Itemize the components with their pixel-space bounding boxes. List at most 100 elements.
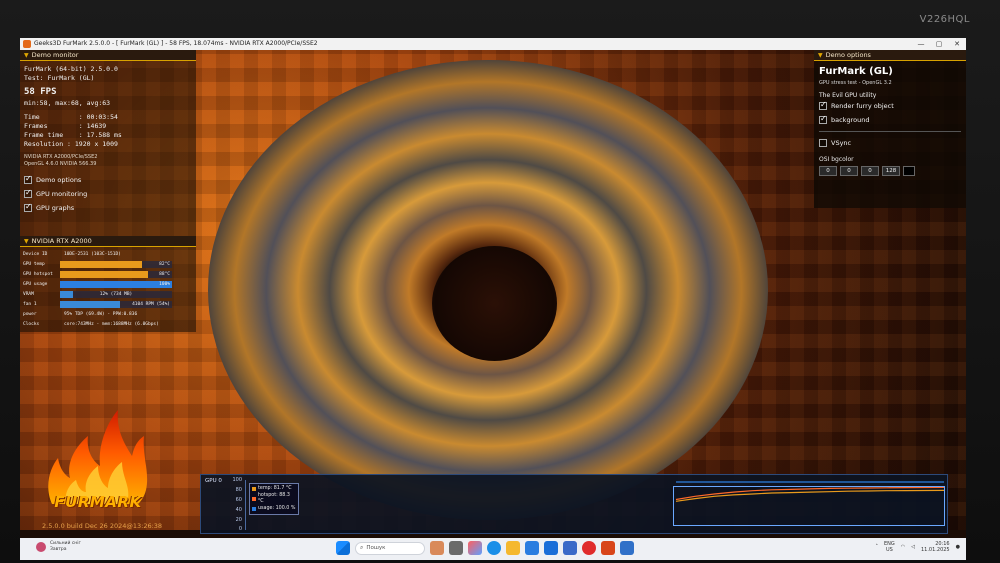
checkbox-icon — [24, 174, 32, 184]
wifi-icon[interactable]: ◠ — [901, 544, 905, 550]
osi-r-field[interactable]: 0 — [819, 166, 837, 176]
start-windows-icon[interactable] — [336, 541, 350, 555]
collapse-triangle-icon: ▼ — [818, 52, 823, 59]
checkbox-icon — [819, 139, 827, 147]
util-label: The Evil GPU utility — [819, 92, 877, 99]
furmark-taskbar-icon[interactable] — [601, 541, 615, 555]
gpu-monitor-panel: ▼ NVIDIA RTX A2000 Device ID 10DE-2531 (1… — [20, 236, 196, 332]
gpu-monitoring-checkbox[interactable]: GPU monitoring — [24, 187, 192, 201]
graph-title: GPU 0 — [205, 478, 222, 484]
taskbar-search[interactable]: ⌕ Пошук — [355, 541, 425, 555]
window-title-bar[interactable]: Geeks3D FurMark 2.5.0.0 - [ FurMark (GL)… — [20, 38, 966, 50]
fan-row: fan 1 4104 RPM (54%) — [23, 300, 172, 308]
checkbox-icon — [24, 188, 32, 198]
y-tick: 0 — [238, 526, 242, 532]
file-explorer-icon[interactable] — [506, 541, 520, 555]
maximize-button[interactable]: ▢ — [934, 38, 944, 50]
test-name: Test: FurMark (GL) — [24, 74, 95, 82]
gpu-graph-panel: GPU 0 100 80 60 40 20 0 temp: 81.7 °C ho… — [200, 474, 948, 534]
legend-usage: usage: 100.0 % — [252, 506, 296, 513]
windows-taskbar: Сильний сніг Завтра ⌕ Пошук ˄ ENG US ◠ ◁… — [20, 538, 966, 560]
vsync-checkbox[interactable]: VSync — [819, 136, 961, 150]
task-view-icon[interactable] — [430, 541, 444, 555]
window-title: Geeks3D FurMark 2.5.0.0 - [ FurMark (GL)… — [34, 40, 318, 47]
close-button[interactable]: ✕ — [952, 38, 962, 50]
clocks-row: Clocks core:743MHz - mem:1688MHz (6.0Gbp… — [23, 321, 159, 327]
furmark-logo-text: FURMARK — [54, 493, 142, 511]
language-indicator[interactable]: ENG US — [884, 541, 895, 553]
demo-monitor-header[interactable]: ▼ Demo monitor — [20, 50, 196, 61]
legend-hotspot: hotspot: 88.3 °C — [252, 493, 296, 506]
osi-color-swatch[interactable] — [903, 166, 915, 176]
fps-readout: 58 FPS — [24, 87, 57, 97]
graph-selection-box — [673, 486, 945, 526]
y-tick: 80 — [235, 487, 242, 493]
osi-bgcolor-fields: 0 0 0 128 — [819, 166, 961, 176]
legend-swatch-icon — [252, 497, 256, 501]
frames-readout: Frames : 14639 — [24, 122, 107, 130]
gpu-temp-row: GPU temp 82°C — [23, 260, 172, 268]
search-icon: ⌕ — [360, 544, 364, 551]
power-row: power 95% TDP (69.4W) - PPW:0.836 — [23, 311, 138, 317]
osi-g-field[interactable]: 0 — [840, 166, 858, 176]
demo-subtitle: GPU stress test - OpenGL 3.2 — [819, 80, 892, 86]
notification-bell-icon[interactable]: ● — [956, 544, 960, 550]
demo-options-header[interactable]: ▼ Demo options — [814, 50, 966, 61]
gpu-hotspot-row: GPU hotspot 88°C — [23, 270, 172, 278]
device-id-row: Device ID 10DE-2531 (103C-151D) — [23, 251, 121, 257]
y-tick: 40 — [235, 507, 242, 513]
osi-a-field[interactable]: 128 — [882, 166, 900, 176]
teams-icon[interactable] — [563, 541, 577, 555]
osi-bgcolor-label: OSI bgcolor — [819, 156, 854, 163]
furmark-app-icon — [23, 40, 31, 48]
widgets-icon[interactable] — [449, 541, 463, 555]
opera-icon[interactable] — [582, 541, 596, 555]
app-version: FurMark (64-bit) 2.5.0.0 — [24, 65, 118, 73]
legend-swatch-icon — [252, 487, 256, 492]
furmark-flame-logo — [48, 410, 148, 504]
gpu-usage-row: GPU usage 100% — [23, 280, 172, 288]
y-tick: 20 — [235, 517, 242, 523]
volume-icon[interactable]: ◁ — [911, 544, 915, 550]
system-tray: ˄ ENG US ◠ ◁ 20:16 11.01.2025 ● — [875, 541, 960, 553]
weather-widget[interactable]: Сильний сніг Завтра — [36, 541, 81, 553]
copilot-icon[interactable] — [468, 541, 482, 555]
gpu-graphs-checkbox[interactable]: GPU graphs — [24, 201, 192, 215]
monitor-brand: V226HQL — [919, 14, 970, 25]
graph-legend: temp: 81.7 °C hotspot: 88.3 °C usage: 10… — [249, 483, 299, 515]
screen: Geeks3D FurMark 2.5.0.0 - [ FurMark (GL)… — [20, 38, 966, 560]
fps-stats: min:58, max:68, avg:63 — [24, 99, 111, 107]
demo-monitor-panel: ▼ Demo monitor FurMark (64-bit) 2.5.0.0 T… — [20, 50, 196, 236]
store-icon[interactable] — [525, 541, 539, 555]
resolution-readout: Resolution : 1920 x 1009 — [24, 140, 118, 148]
demo-title: FurMark (GL) — [819, 66, 893, 77]
weather-icon — [36, 542, 46, 552]
gpu-renderer: NVIDIA RTX A2000/PCIe/SSE2 — [24, 154, 98, 160]
gpu-monitor-header[interactable]: ▼ NVIDIA RTX A2000 — [20, 236, 196, 247]
collapse-triangle-icon: ▼ — [24, 238, 29, 245]
demo-options-checkbox[interactable]: Demo options — [24, 173, 192, 187]
opengl-version: OpenGL 4.6.0 NVIDIA 566.39 — [24, 161, 97, 167]
checkbox-icon — [819, 114, 827, 124]
build-info: 2.5.0.0 build Dec 26 2024@13:26:38 — [42, 522, 163, 530]
app-taskbar-icon[interactable] — [620, 541, 634, 555]
chevron-up-icon[interactable]: ˄ — [875, 544, 878, 550]
checkbox-icon — [24, 202, 32, 212]
checkbox-icon — [819, 100, 827, 110]
donut-hole — [432, 246, 557, 361]
minimize-button[interactable]: — — [916, 38, 926, 50]
y-tick: 60 — [235, 497, 242, 503]
osi-b-field[interactable]: 0 — [861, 166, 879, 176]
demo-options-panel: ▼ Demo options FurMark (GL) GPU stress te… — [814, 50, 966, 208]
outlook-icon[interactable] — [544, 541, 558, 555]
legend-swatch-icon — [252, 506, 256, 511]
render-furry-object-checkbox[interactable]: Render furry object — [819, 99, 961, 113]
vram-row: VRAM 12% (734 MB) — [23, 289, 193, 299]
clock[interactable]: 20:16 11.01.2025 — [921, 541, 950, 553]
background-checkbox[interactable]: background — [819, 113, 961, 127]
time-readout: Time : 00:03:54 — [24, 113, 118, 121]
edge-icon[interactable] — [487, 541, 501, 555]
frame-time-readout: Frame time : 17.588 ms — [24, 131, 122, 139]
y-tick: 100 — [232, 477, 242, 483]
collapse-triangle-icon: ▼ — [24, 52, 29, 59]
